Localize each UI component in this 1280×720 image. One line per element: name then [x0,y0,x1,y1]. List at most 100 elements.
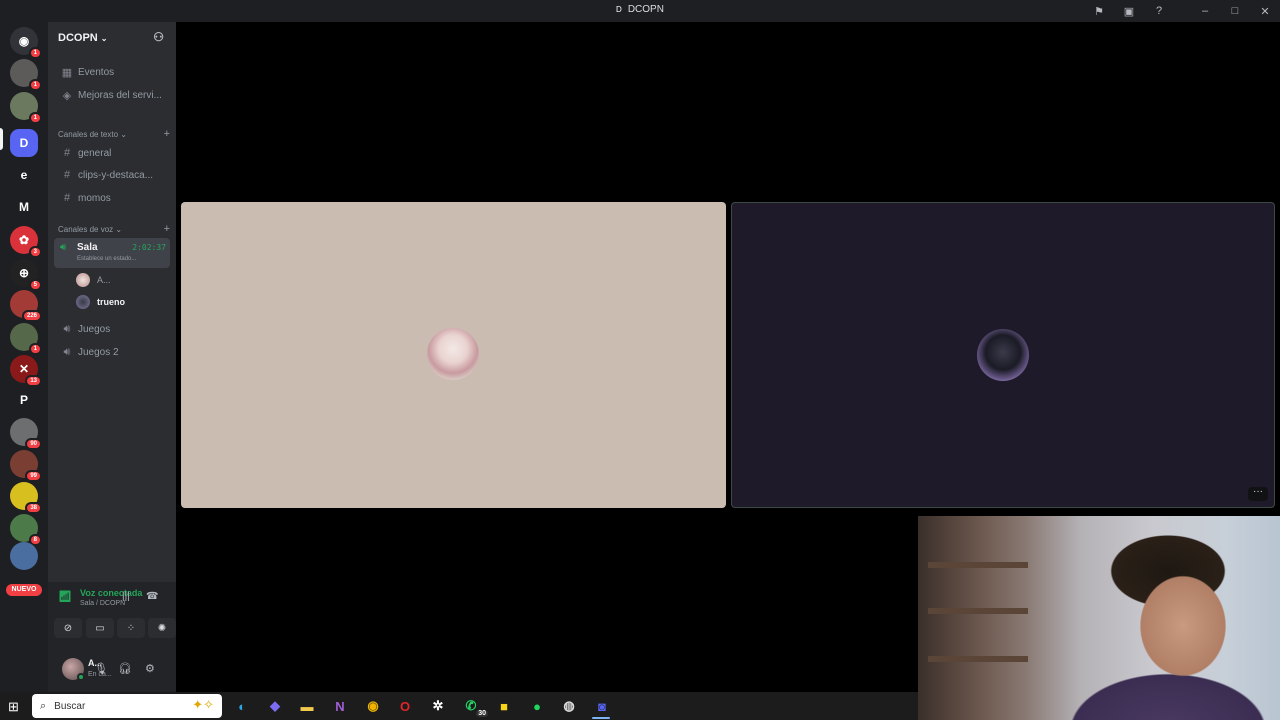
app-glyph: ✆ [465,698,477,713]
server-icon-server-1[interactable]: 1 [10,59,42,91]
server-header[interactable]: DCOPN ⌄ ⚇ [48,22,176,54]
shelf [928,656,1028,662]
headphones-icon[interactable]: 🎧︎ [118,662,132,675]
server-icon-server-90[interactable]: 90 [10,418,42,450]
boost-icon: ◈ [62,89,72,102]
participant-tile[interactable]: ··· [731,202,1275,508]
server-icon-server-anime[interactable]: 1 [10,323,42,355]
server-icon-server-38[interactable]: 38 [10,482,42,514]
taskbar-search[interactable]: ⌕ Buscar ✦✧ [32,694,222,718]
soundboard-button[interactable]: ✺ [148,618,176,638]
mention-badge: 13 [25,375,42,387]
mention-badge: 1 [28,47,42,59]
microphone-icon[interactable]: 🎙︎ [94,662,108,675]
hash-icon: # [63,169,71,181]
edge-icon[interactable]: ◐ [231,696,253,716]
speaker-icon: 🔊︎ [63,345,71,358]
whatsapp-icon[interactable]: ✆ 30 [460,696,488,717]
chevron-down-icon: ⌄ [118,130,127,139]
text-category-label: Canales de texto [58,130,119,139]
activities-button[interactable]: ⁘ [117,618,145,638]
signal-icon[interactable]: 📶︎ [58,590,72,603]
mention-badge: 1 [28,79,42,91]
webcam-feed [918,516,1280,720]
chatgpt-icon[interactable]: ✲ [427,696,449,716]
inbox-icon[interactable]: ⚑ [1084,5,1114,18]
copilot-icon[interactable]: ◆ [264,696,286,716]
voice-channels-category[interactable]: Canales de voz ⌄ + [58,224,170,235]
server-icon-server-m[interactable]: M [10,193,38,221]
invite-people-icon[interactable]: ⚇ [153,30,164,44]
voice-location[interactable]: Sala / DCOPN [80,600,125,607]
gear-icon[interactable]: ⚙ [145,662,155,675]
camera-off-button[interactable]: ⊘ [54,618,82,638]
avatar [76,273,90,287]
speaker-icon: 🔊︎ [60,242,67,253]
server-icon-server-99[interactable]: 99 [10,450,42,482]
channel-general[interactable]: # general [54,143,170,163]
add-channel-icon[interactable]: + [164,224,170,235]
voice-member[interactable]: trueno [76,293,125,311]
server-icon-home[interactable]: ◉ 1 [10,27,42,59]
sticky-notes-icon[interactable]: ■ [493,696,515,716]
close-button[interactable]: ✕ [1250,5,1280,18]
server-boosts-label: Mejoras del servi... [78,89,162,101]
explorer-icon[interactable]: ▬ [296,696,318,716]
server-icon-server-bw[interactable]: ⊕ 5 [10,259,42,291]
nuevo-badge[interactable]: NUEVO [6,584,42,596]
text-channels-category[interactable]: Canales de texto ⌄ + [58,129,170,140]
channel-momos[interactable]: # momos [54,188,170,208]
voice-channel-juegos[interactable]: 🔊︎ Juegos [54,319,170,339]
server-name: DCOPN [58,32,98,44]
minimize-button[interactable]: – [1190,5,1220,17]
server-icon-server-8[interactable]: 8 [10,514,42,546]
channel-label: general [78,147,112,159]
server-icon-server-p[interactable]: P [10,386,38,414]
server-boosts-item[interactable]: ◈ Mejoras del servi... [54,85,170,105]
app-glyph: ◉ [367,698,379,713]
chevron-down-icon: ⌄ [113,225,123,234]
voice-channel-juegos-2[interactable]: 🔊︎ Juegos 2 [54,342,170,362]
add-channel-icon[interactable]: + [164,129,170,140]
active-server-indicator [0,128,3,150]
windows-start-icon[interactable]: ⊞ [8,699,19,715]
voice-status[interactable]: Establece un estado... [77,256,136,262]
voice-member[interactable]: A... [76,271,111,289]
shelf [928,608,1028,614]
chrome-icon[interactable]: ◉ [362,696,384,716]
search-placeholder: Buscar [54,700,86,712]
screen-share-button[interactable]: ▭ [86,618,114,638]
app-glyph: ◐ [238,698,246,714]
opera-icon[interactable]: O [394,696,416,716]
channel-clips[interactable]: # clips-y-destaca... [54,165,170,185]
server-icon-server-fire[interactable]: 226 [10,290,42,322]
server-icon-server-2[interactable]: 1 [10,92,42,124]
server-glyph: ◉ [18,34,30,48]
hash-icon: # [63,147,71,159]
noise-suppression-icon[interactable]: ||| [122,591,130,602]
search-icon: ⌕ [40,699,47,712]
voice-channel-sala[interactable]: 🔊︎ Sala 2:02:37 Establece un estado... [54,238,170,268]
more-options-button[interactable]: ··· [1248,487,1268,501]
onenote-icon[interactable]: N [329,696,351,716]
voice-category-label: Canales de voz [58,225,114,234]
screen-icon[interactable]: ▣ [1114,5,1144,18]
server-icon-server-red[interactable]: ✿ 3 [10,226,42,258]
server-icon-server-e[interactable]: e [10,161,38,189]
server-icon-server-last[interactable] [10,542,38,570]
maximize-button[interactable]: □ [1220,5,1250,17]
disconnect-icon[interactable]: ☎ [146,591,158,602]
discord-icon[interactable]: ◙ [591,696,613,716]
mention-badge: 90 [25,438,42,450]
window-title-text: DCOPN [627,4,664,15]
participant-tile[interactable] [181,202,726,508]
events-item[interactable]: ▦ Eventos [54,62,170,82]
server-icon-server-x[interactable]: ✕ 13 [10,355,42,387]
chevron-down-icon: ⌄ [100,33,108,43]
server-icon-server-dcopn[interactable]: D [10,129,38,157]
github-icon[interactable]: ◍ [558,696,580,716]
shelf [928,562,1028,568]
help-icon[interactable]: ? [1144,5,1174,17]
speaker-icon: 🔊︎ [63,322,71,335]
spotify-icon[interactable]: ● [526,696,548,716]
